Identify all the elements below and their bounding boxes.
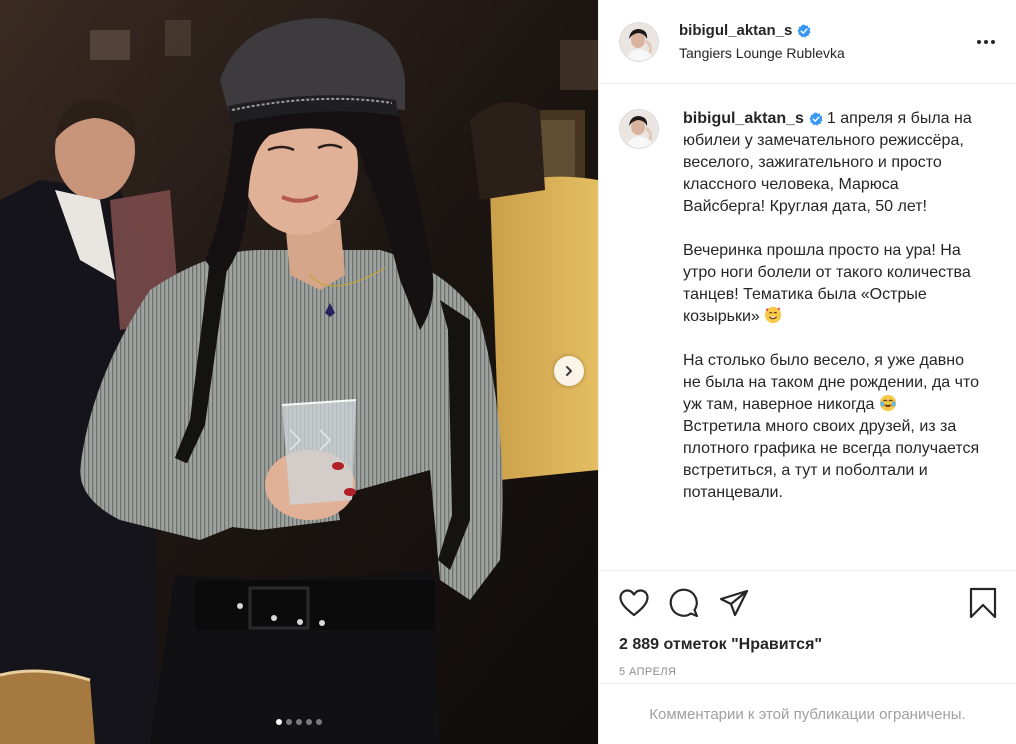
bookmark-icon [969, 587, 997, 619]
like-button[interactable] [619, 586, 653, 620]
carousel-dot [296, 719, 302, 725]
avatar-image [620, 22, 658, 61]
verified-badge-icon [809, 112, 823, 126]
comments-disabled-notice: Комментарии к этой публикации ограничены… [599, 683, 1016, 744]
carousel-dot [306, 719, 312, 725]
tears-of-joy-emoji-icon [879, 394, 896, 412]
comment-button[interactable] [669, 586, 703, 620]
avatar-image [620, 110, 658, 148]
caption-section: bibigul_aktan_s 1 апреля я была на юбилеи… [599, 84, 1016, 570]
verified-badge-icon [797, 23, 811, 38]
action-icon-row [619, 583, 998, 623]
post-media[interactable] [0, 0, 598, 744]
smiling-face-with-hearts-emoji-icon [765, 306, 782, 324]
caption-username-link[interactable]: bibigul_aktan_s [683, 108, 804, 130]
carousel-next-button[interactable] [554, 356, 584, 386]
caption-text: Встретила много своих друзей, из за плот… [683, 418, 980, 501]
caption-paragraph: На столько было весело, я уже давно не б… [683, 350, 983, 416]
post-photo [0, 0, 598, 744]
post-sidebar: bibigul_aktan_s Tangiers Lounge Rublevka [598, 0, 1016, 744]
avatar[interactable] [619, 109, 659, 149]
heart-icon [619, 589, 649, 617]
carousel-dot [316, 719, 322, 725]
more-options-icon [977, 39, 995, 44]
caption-text: Вечеринка прошла просто на ура! На утро … [683, 242, 971, 325]
post-header: bibigul_aktan_s Tangiers Lounge Rublevka [599, 0, 1016, 84]
caption-paragraph: Встретила много своих друзей, из за плот… [683, 416, 983, 504]
chevron-right-icon [566, 366, 572, 376]
caption-paragraph: Вечеринка прошла просто на ура! На утро … [683, 240, 983, 328]
more-options-button[interactable] [974, 30, 998, 54]
carousel-dot [286, 719, 292, 725]
save-button[interactable] [968, 586, 998, 620]
share-icon [719, 589, 749, 617]
likes-count[interactable]: 2 889 отметок "Нравится" [619, 636, 998, 654]
avatar[interactable] [619, 21, 659, 62]
post-date[interactable]: 5 апреля [619, 666, 998, 678]
carousel-dot [276, 719, 282, 725]
caption-paragraph: bibigul_aktan_s 1 апреля я была на юбилеи… [683, 108, 983, 218]
share-button[interactable] [719, 586, 753, 620]
comment-icon [669, 588, 699, 618]
post-caption: bibigul_aktan_s 1 апреля я была на юбилеи… [683, 108, 983, 504]
caption-text: На столько было весело, я уже давно не б… [683, 352, 980, 413]
location-link[interactable]: Tangiers Lounge Rublevka [679, 45, 974, 61]
carousel-indicator [0, 719, 598, 725]
instagram-post: bibigul_aktan_s Tangiers Lounge Rublevka [0, 0, 1016, 744]
username-link[interactable]: bibigul_aktan_s [679, 22, 792, 39]
